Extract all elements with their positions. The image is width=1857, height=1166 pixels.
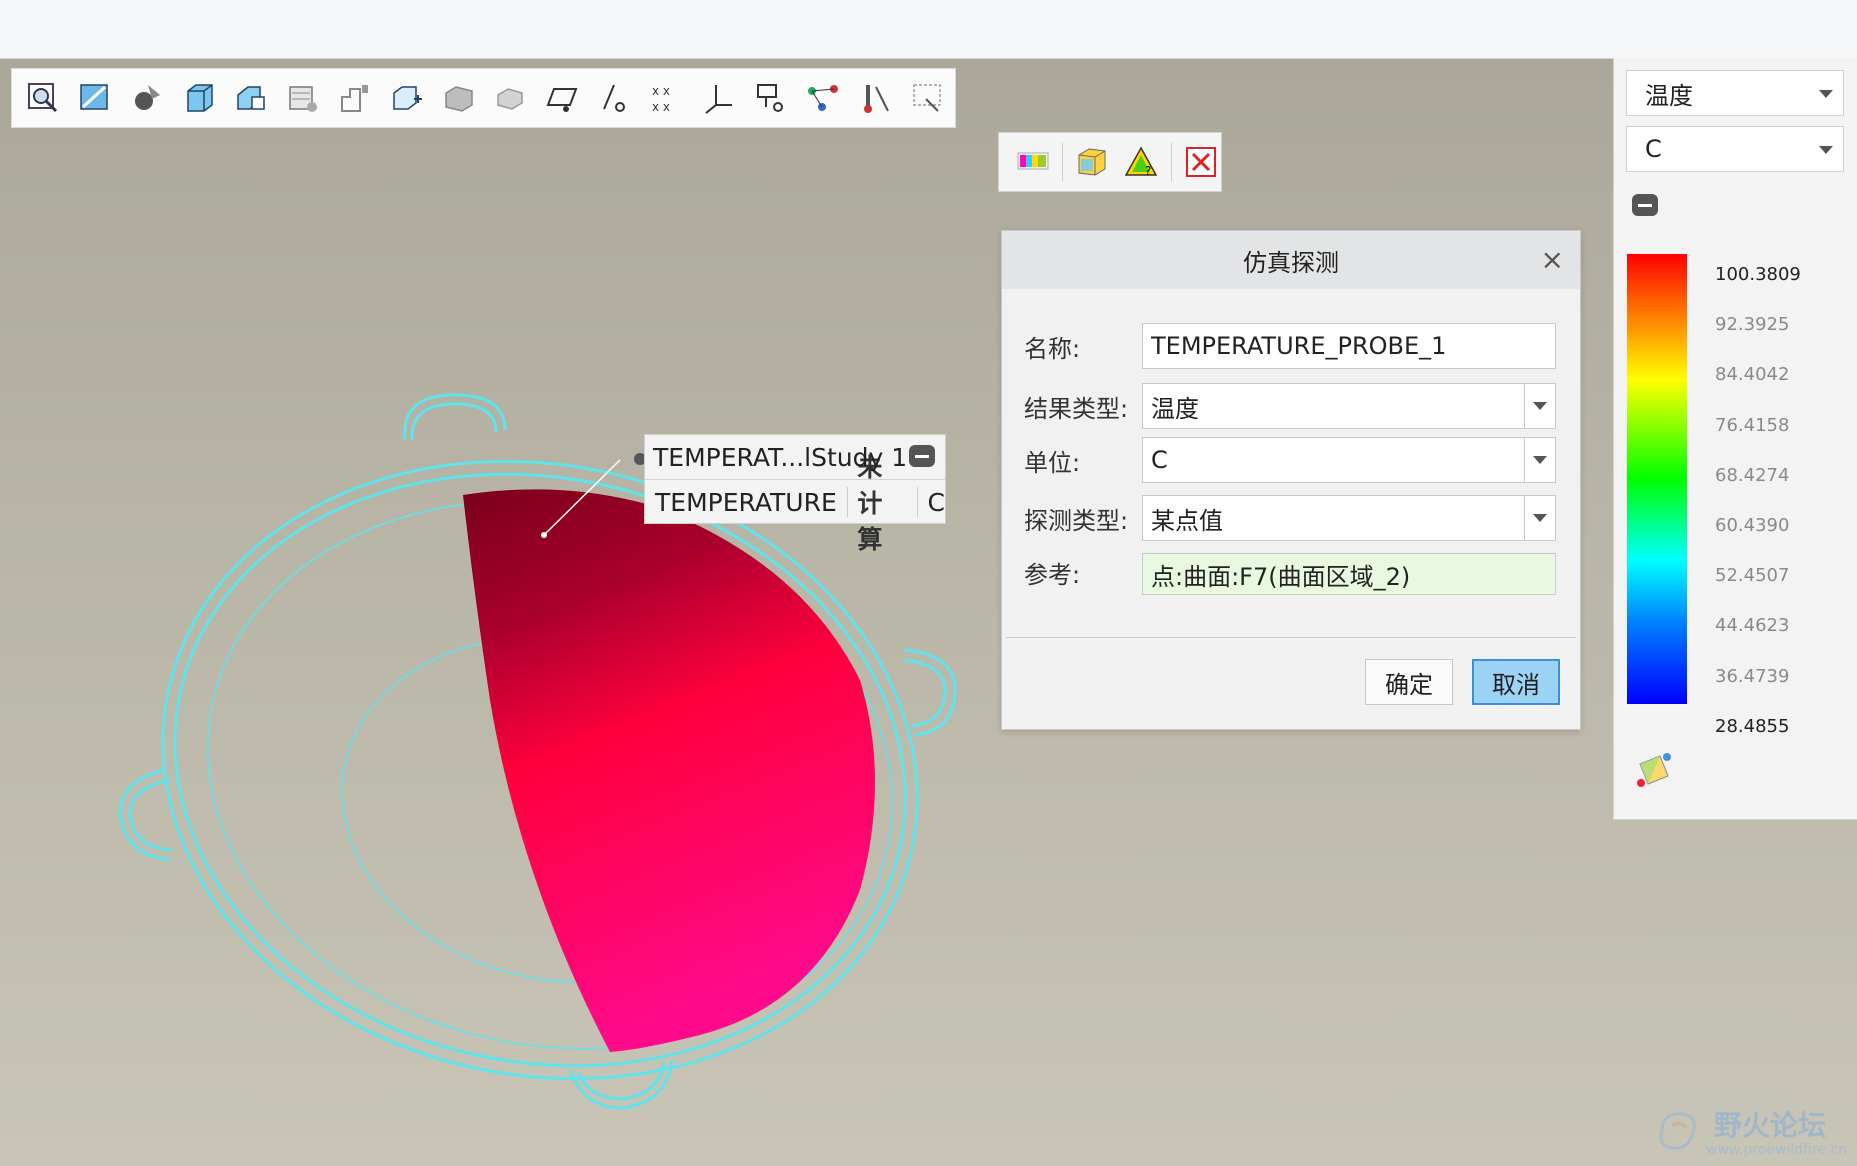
axis-display-icon[interactable] xyxy=(386,77,428,119)
toolbar-separator xyxy=(1171,143,1172,181)
callout-unit: C xyxy=(927,487,945,517)
legend-collapse-button[interactable] xyxy=(1632,194,1658,216)
toolbar-separator xyxy=(1062,143,1063,181)
name-value: TEMPERATURE_PROBE_1 xyxy=(1151,332,1447,360)
model-tree-icon[interactable] xyxy=(802,77,844,119)
legend-settings-icon[interactable] xyxy=(1634,750,1674,794)
watermark-logo-icon xyxy=(1659,1112,1696,1150)
legend-tick-label: 60.4390 xyxy=(1715,515,1790,536)
result-legend-panel: 温度 C 100.3809 92.3925 84.4042 76.4158 68.427… xyxy=(1613,58,1857,820)
color-scale-bar xyxy=(1627,254,1687,704)
point-display-icon[interactable] xyxy=(438,77,480,119)
callout-field: TEMPERATURE xyxy=(655,487,837,517)
zoom-area-icon[interactable] xyxy=(22,77,64,119)
saved-views-icon[interactable] xyxy=(230,77,272,119)
graphics-viewport[interactable] xyxy=(0,130,1000,1166)
chevron-down-icon[interactable] xyxy=(1524,384,1555,428)
legend-tick-label: 76.4158 xyxy=(1715,414,1790,436)
view-direction-icon[interactable] xyxy=(74,77,116,119)
watermark-text: 野火论坛 xyxy=(1714,1109,1827,1142)
result-type-row: 结果类型: 温度 xyxy=(1024,383,1556,429)
reference-value: 点:曲面:F7(曲面区域_2) xyxy=(1151,562,1411,591)
reference-label: 参考: xyxy=(1024,561,1081,589)
dialog-titlebar: 仿真探测 × xyxy=(1002,231,1580,289)
cube-result-icon[interactable] xyxy=(1073,142,1112,182)
name-label: 名称: xyxy=(1024,334,1081,363)
ok-button[interactable]: 确定 xyxy=(1365,659,1453,705)
cancel-button[interactable]: 取消 xyxy=(1472,659,1560,705)
callout-separator xyxy=(846,487,848,517)
forum-watermark: 野火论坛 www.proewildfire.cn xyxy=(1646,1098,1857,1166)
callout-collapse-button[interactable] xyxy=(909,445,935,467)
legend-tick-label: 52.4507 xyxy=(1715,565,1790,587)
unit-select[interactable]: C xyxy=(1142,437,1556,483)
appearance-icon[interactable] xyxy=(282,77,324,119)
probe-icon[interactable] xyxy=(854,77,896,119)
svg-text:x x: x x xyxy=(652,84,670,98)
probe-type-select[interactable]: 某点值 xyxy=(1142,495,1556,541)
unit-row: 单位: C xyxy=(1024,437,1556,483)
quantity-value: 温度 xyxy=(1645,81,1693,110)
unit-legend-select[interactable]: C xyxy=(1626,126,1844,172)
top-ribbon xyxy=(0,0,1857,59)
watermark-url: www.proewildfire.cn xyxy=(1706,1142,1848,1158)
quantity-select[interactable]: 温度 xyxy=(1626,70,1844,116)
legend-tick-label: 68.4274 xyxy=(1715,464,1790,486)
result-type-select[interactable]: 温度 xyxy=(1142,383,1556,429)
csys-display-icon[interactable] xyxy=(490,77,532,119)
fringe-plot-icon[interactable] xyxy=(1013,142,1052,182)
triangle-result-icon[interactable]: ? xyxy=(1122,142,1161,182)
legend-tick-label: 100.3809 xyxy=(1715,264,1801,285)
dialog-divider xyxy=(1006,637,1576,638)
result-type-value: 温度 xyxy=(1151,394,1199,423)
name-input[interactable]: TEMPERATURE_PROBE_1 xyxy=(1142,323,1556,369)
chevron-down-icon[interactable] xyxy=(1524,496,1555,540)
unit-label: 单位: xyxy=(1024,448,1081,477)
svg-text:?: ? xyxy=(1145,164,1151,178)
simulation-probe-dialog: 仿真探测 × 名称: TEMPERATURE_PROBE_1 结果类型: 温度 … xyxy=(1001,230,1581,730)
layer-icon[interactable] xyxy=(594,77,636,119)
name-row: 名称: TEMPERATURE_PROBE_1 xyxy=(1024,323,1556,369)
probe-point xyxy=(541,532,547,538)
legend-tick-label: 44.4623 xyxy=(1715,615,1790,637)
view-box-icon[interactable] xyxy=(178,77,220,119)
callout-title: TEMPERAT...lStudy 1 xyxy=(653,442,908,472)
probe-type-label: 探测类型: xyxy=(1024,506,1129,535)
annotation-display-icon[interactable] xyxy=(542,77,584,119)
spin-center-icon[interactable] xyxy=(698,77,740,119)
reference-row: 参考: 点:曲面:F7(曲面区域_2) xyxy=(1024,553,1556,595)
temperature-result-surface xyxy=(463,489,875,1052)
result-type-label: 结果类型: xyxy=(1024,394,1129,423)
probe-callout[interactable]: TEMPERAT...lStudy 1 TEMPERATURE 未计算 C xyxy=(644,434,946,554)
legend-tick-label: 92.3925 xyxy=(1715,314,1790,336)
legend-tick-label: 28.4855 xyxy=(1715,715,1790,737)
graphics-toolbar: x x x x xyxy=(11,68,956,128)
result-mini-toolbar: ? xyxy=(998,132,1222,192)
chevron-down-icon[interactable] xyxy=(1524,438,1555,482)
mesh-display-icon[interactable] xyxy=(750,77,792,119)
probe-type-row: 探测类型: 某点值 xyxy=(1024,495,1556,541)
shading-icon[interactable] xyxy=(126,77,168,119)
unit-legend-value: C xyxy=(1645,135,1662,163)
reference-collector[interactable]: 点:曲面:F7(曲面区域_2) xyxy=(1142,553,1556,595)
probe-type-value: 某点值 xyxy=(1151,506,1223,535)
unit-value: C xyxy=(1151,446,1168,474)
svg-text:x x: x x xyxy=(652,100,670,114)
legend-tick-label: 36.4739 xyxy=(1715,665,1790,687)
settings-icon[interactable] xyxy=(906,77,948,119)
callout-separator xyxy=(916,487,918,517)
close-result-icon[interactable] xyxy=(1182,142,1221,182)
legend-tick-label: 84.4042 xyxy=(1715,364,1790,386)
sim-display-icon[interactable]: x x x x xyxy=(646,77,688,119)
dialog-title: 仿真探测 xyxy=(1243,248,1339,277)
close-icon[interactable]: × xyxy=(1541,243,1564,276)
datum-planes-icon[interactable] xyxy=(334,77,376,119)
